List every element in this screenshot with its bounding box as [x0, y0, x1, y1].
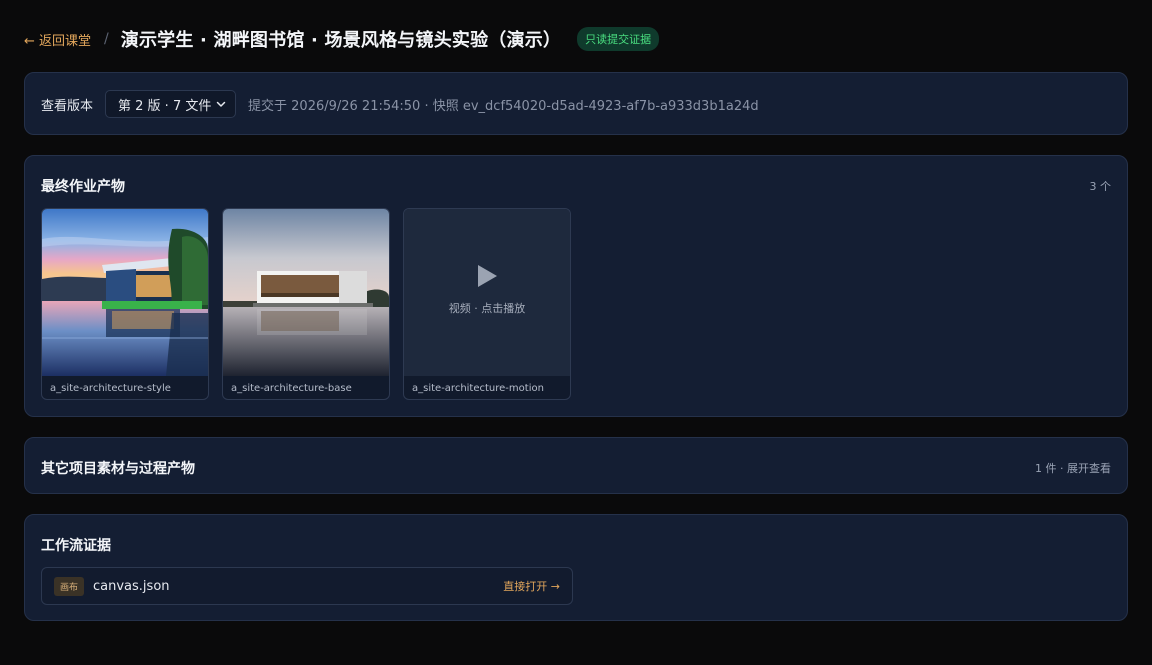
workflow-evidence-card: 工作流证据 画布 canvas.json 直接打开 → [24, 514, 1128, 621]
other-materials-title: 其它项目素材与过程产物 [41, 461, 195, 477]
video-placeholder-label: 视频 · 点击播放 [448, 301, 526, 315]
video-placeholder[interactable]: 视频 · 点击播放 [404, 209, 570, 376]
readonly-badge: 只读提交证据 [577, 27, 660, 51]
workflow-evidence-title: 工作流证据 [41, 538, 111, 554]
page: ← 返回课堂 / 演示学生 · 湖畔图书馆 · 场景风格与镜头实验（演示） 只读… [0, 0, 1152, 665]
version-select[interactable]: 第 2 版 · 7 文件 [105, 90, 237, 118]
version-card: 查看版本 第 2 版 · 7 文件 提交于 2026/9/26 21:54:50… [24, 72, 1128, 135]
version-label: 查看版本 [41, 98, 94, 114]
version-select-value: 第 2 版 · 7 文件 [118, 98, 212, 114]
back-to-classroom-link[interactable]: ← 返回课堂 [24, 30, 91, 49]
thumbnail-caption: a_site-architecture-base [231, 383, 352, 394]
other-materials-card[interactable]: 其它项目素材与过程产物 1 件 · 展开查看 [24, 437, 1128, 494]
open-file-link[interactable]: 直接打开 → [503, 578, 560, 594]
output-thumbnail-motion[interactable]: 视频 · 点击播放 a_site-architecture-motion [403, 208, 571, 400]
evidence-file-row[interactable]: 画布 canvas.json 直接打开 → [41, 567, 573, 605]
version-row: 查看版本 第 2 版 · 7 文件 提交于 2026/9/26 21:54:50… [41, 90, 759, 118]
final-outputs-title: 最终作业产物 [41, 179, 125, 195]
final-outputs-count: 3 个 [1089, 180, 1112, 193]
breadcrumb-separator: / [104, 31, 109, 47]
page-title: 演示学生 · 湖畔图书馆 · 场景风格与镜头实验（演示） [120, 30, 562, 51]
final-outputs-card: 最终作业产物 3 个 a_site-architecture-style a_s… [24, 155, 1128, 417]
evidence-file-name: canvas.json [93, 578, 170, 594]
thumbnail-caption: a_site-architecture-motion [412, 383, 544, 394]
architecture-style-image [42, 209, 208, 376]
play-icon [478, 264, 497, 287]
expand-other-materials-toggle[interactable]: 1 件 · 展开查看 [1035, 460, 1111, 476]
page-header: ← 返回课堂 / 演示学生 · 湖畔图书馆 · 场景风格与镜头实验（演示） 只读… [24, 26, 660, 52]
submission-meta: 提交于 2026/9/26 21:54:50 · 快照 ev_dcf54020-… [248, 98, 759, 114]
thumbnail-caption: a_site-architecture-style [50, 383, 171, 394]
file-type-tag: 画布 [54, 576, 85, 596]
output-thumbnail-base[interactable]: a_site-architecture-base [222, 208, 390, 400]
output-thumbnails: a_site-architecture-style a_site-archite… [41, 208, 571, 400]
architecture-base-image [223, 209, 389, 376]
chevron-down-icon [216, 101, 226, 107]
output-thumbnail-style[interactable]: a_site-architecture-style [41, 208, 209, 400]
